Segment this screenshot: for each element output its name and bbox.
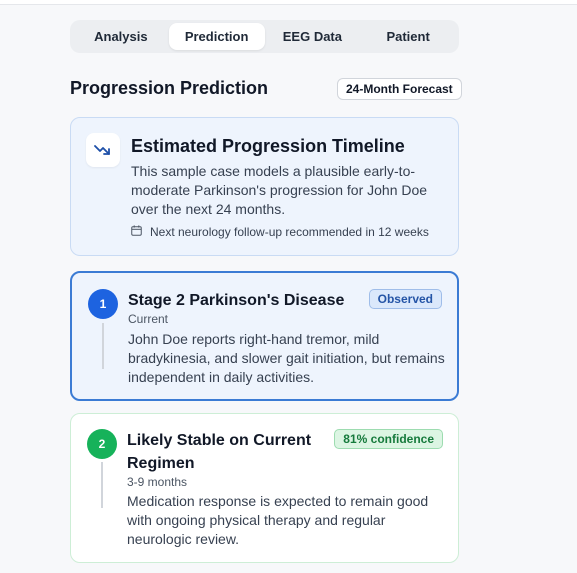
stage-description: Medication response is expected to remai… (127, 493, 429, 547)
stage-timeframe: Current (128, 312, 169, 326)
status-badge: Observed (368, 289, 442, 309)
forecast-badge: 24-Month Forecast (337, 78, 462, 100)
followup-note: Next neurology follow-up recommended in … (131, 225, 429, 239)
timeline-description: This sample case models a plausible earl… (131, 163, 428, 217)
stage-number-badge: 1 (88, 289, 118, 319)
top-edge (0, 0, 577, 5)
confidence-badge: 81% confidence (334, 429, 443, 449)
page-title: Progression Prediction (70, 78, 269, 98)
stage-card-likely[interactable]: 2 Likely Stable on Current Regimen 81% c… (70, 413, 459, 563)
tab-patient[interactable]: Patient (360, 23, 456, 50)
timeline-summary-card: Estimated Progression Timeline This samp… (70, 117, 459, 256)
calendar-icon (131, 225, 142, 239)
trend-down-icon (86, 133, 120, 167)
timeline-connector (102, 323, 104, 369)
followup-text: Next neurology follow-up recommended in … (150, 225, 429, 239)
stage-number-badge: 2 (87, 429, 117, 459)
stage-timeframe: 3-9 months (127, 475, 188, 489)
stage-title: Likely Stable on Current Regimen (127, 432, 312, 472)
stage-title: Stage 2 Parkinson's Disease (128, 292, 345, 309)
timeline-title: Estimated Progression Timeline (131, 136, 405, 156)
stage-card-current[interactable]: 1 Stage 2 Parkinson's Disease Observed C… (70, 271, 459, 401)
tab-prediction[interactable]: Prediction (168, 23, 265, 50)
timeline-connector (101, 462, 103, 508)
tab-analysis[interactable]: Analysis (73, 23, 169, 50)
tab-eeg-data[interactable]: EEG Data (265, 23, 361, 50)
stage-description: John Doe reports right-hand tremor, mild… (128, 331, 445, 385)
tab-bar: Analysis Prediction EEG Data Patient (70, 20, 459, 53)
